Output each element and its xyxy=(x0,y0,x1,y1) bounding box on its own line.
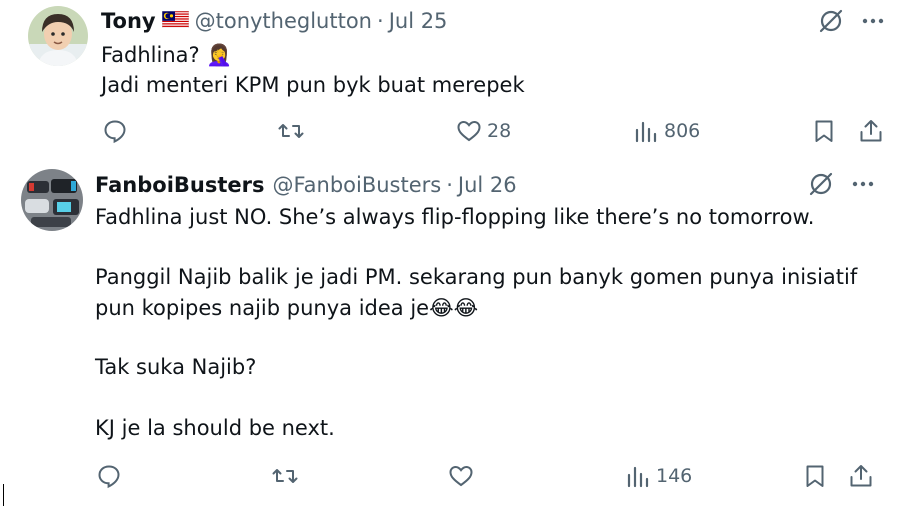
bookmark-button[interactable] xyxy=(802,463,828,489)
share-button[interactable] xyxy=(858,118,884,144)
tweet-line: Fadhlina just NO. She’s always flip-flop… xyxy=(95,205,815,229)
retweet-icon xyxy=(272,469,298,483)
views-icon xyxy=(627,466,649,488)
more-icon[interactable] xyxy=(834,171,876,201)
text-cursor xyxy=(3,484,4,506)
view-count: 806 xyxy=(664,120,701,142)
reply-icon xyxy=(104,120,126,144)
grok-icon[interactable] xyxy=(818,8,844,38)
tweet-line: Jadi menteri KPM pun byk buat merepek xyxy=(101,73,525,97)
reply-button[interactable] xyxy=(102,118,133,144)
display-name[interactable]: FanboiBusters xyxy=(95,172,265,198)
tweet-header: Tony @tonytheglutton · Jul 25 xyxy=(101,8,447,34)
like-button[interactable]: 28 xyxy=(456,118,511,144)
views-icon xyxy=(635,121,657,143)
like-icon xyxy=(449,465,473,487)
views-button[interactable]: 146 xyxy=(625,463,692,489)
bookmark-button[interactable] xyxy=(811,118,837,144)
tweet-date[interactable]: Jul 25 xyxy=(389,8,448,34)
avatar[interactable] xyxy=(28,6,88,66)
separator-dot: · xyxy=(377,9,384,33)
retweet-icon xyxy=(278,124,304,138)
tweet-line: pun kopipes najib punya idea je😂😂 xyxy=(95,296,479,320)
share-icon xyxy=(860,120,882,142)
tweet-top-actions xyxy=(808,171,876,201)
reply-icon xyxy=(98,465,120,489)
tweet-line: Fadhlina? 🤦‍♀️ xyxy=(101,43,233,67)
bookmark-icon xyxy=(815,120,833,142)
avatar[interactable] xyxy=(21,169,83,231)
display-name[interactable]: Tony xyxy=(101,8,156,34)
separator-dot: · xyxy=(446,173,453,197)
tweet-tony[interactable]: Tony @tonytheglutton · Jul 25 Fadhlina? … xyxy=(0,0,906,160)
tweet-fanboibusters[interactable]: FanboiBusters @FanboiBusters · Jul 26 Fa… xyxy=(0,160,906,508)
malaysia-flag-icon xyxy=(161,8,189,29)
share-icon xyxy=(850,465,872,487)
user-handle[interactable]: @FanboiBusters xyxy=(273,172,442,198)
tweet-line: KJ je la should be next. xyxy=(95,416,335,440)
more-icon[interactable] xyxy=(844,8,886,38)
tweet-header: FanboiBusters @FanboiBusters · Jul 26 xyxy=(95,172,517,198)
reply-button[interactable] xyxy=(96,463,127,489)
tweet-date[interactable]: Jul 26 xyxy=(458,172,517,198)
share-button[interactable] xyxy=(848,463,874,489)
retweet-button[interactable] xyxy=(272,463,303,489)
bookmark-icon xyxy=(806,465,824,487)
like-button[interactable] xyxy=(448,463,479,489)
retweet-button[interactable] xyxy=(278,118,309,144)
tweet-line: Tak suka Najib? xyxy=(95,355,257,379)
avatar-image xyxy=(28,6,88,66)
tweet-line: Panggil Najib balik je jadi PM. sekarang… xyxy=(95,265,858,289)
grok-icon[interactable] xyxy=(808,171,834,201)
like-icon xyxy=(457,120,481,142)
like-count: 28 xyxy=(487,120,512,142)
avatar-image xyxy=(21,169,83,231)
views-button[interactable]: 806 xyxy=(633,118,700,144)
tweet-top-actions xyxy=(818,8,886,38)
user-handle[interactable]: @tonytheglutton xyxy=(195,8,372,34)
view-count: 146 xyxy=(656,465,693,487)
